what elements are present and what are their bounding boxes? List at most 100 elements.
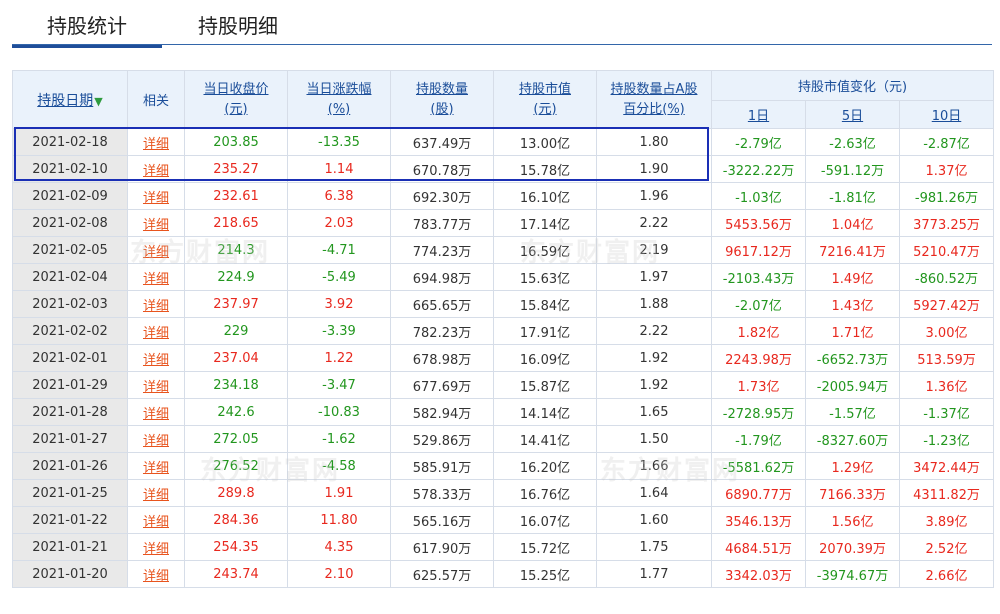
cell-hold-pct: 2.22 xyxy=(596,317,712,345)
cell-hold-qty: 625.57万 xyxy=(390,560,494,588)
cell-change-pct: -3.47 xyxy=(287,371,391,399)
detail-link[interactable]: 详细 xyxy=(127,398,185,426)
detail-link-label[interactable]: 详细 xyxy=(143,407,169,422)
detail-link-label[interactable]: 详细 xyxy=(143,353,169,368)
detail-link[interactable]: 详细 xyxy=(127,128,185,156)
cell-change-5d: -6652.73万 xyxy=(805,344,900,372)
detail-link[interactable]: 详细 xyxy=(127,560,185,588)
cell-change-1d: -2103.43万 xyxy=(711,263,806,291)
cell-change-pct: 11.80 xyxy=(287,506,391,534)
detail-link[interactable]: 详细 xyxy=(127,479,185,507)
cell-hold-qty: 582.94万 xyxy=(390,398,494,426)
detail-link[interactable]: 详细 xyxy=(127,155,185,183)
cell-hold-value: 16.76亿 xyxy=(493,479,597,507)
header-date-label[interactable]: 持股日期 xyxy=(37,93,93,109)
cell-hold-qty: 783.77万 xyxy=(390,209,494,237)
cell-hold-qty: 585.91万 xyxy=(390,452,494,480)
detail-link-label[interactable]: 详细 xyxy=(143,542,169,557)
cell-date: 2021-02-09 xyxy=(12,182,128,210)
cell-change-pct: -1.62 xyxy=(287,425,391,453)
detail-link[interactable]: 详细 xyxy=(127,506,185,534)
cell-hold-qty: 578.33万 xyxy=(390,479,494,507)
cell-hold-value: 15.78亿 xyxy=(493,155,597,183)
tab-holding-details[interactable]: 持股明细 xyxy=(178,10,298,46)
cell-change-10d: 513.59万 xyxy=(898,344,995,372)
cell-change-1d: 1.73亿 xyxy=(711,371,806,399)
cell-hold-value: 16.10亿 xyxy=(493,182,597,210)
detail-link[interactable]: 详细 xyxy=(127,290,185,318)
detail-link-label[interactable]: 详细 xyxy=(143,164,169,179)
detail-link[interactable]: 详细 xyxy=(127,452,185,480)
cell-change-pct: -4.58 xyxy=(287,452,391,480)
cell-date: 2021-02-03 xyxy=(12,290,128,318)
cell-hold-value: 15.87亿 xyxy=(493,371,597,399)
detail-link[interactable]: 详细 xyxy=(127,209,185,237)
detail-link[interactable]: 详细 xyxy=(127,425,185,453)
detail-link-label[interactable]: 详细 xyxy=(143,245,169,260)
cell-change-5d: -1.81亿 xyxy=(805,182,900,210)
detail-link-label[interactable]: 详细 xyxy=(143,272,169,287)
detail-link-label[interactable]: 详细 xyxy=(143,434,169,449)
cell-change-10d: 3472.44万 xyxy=(898,452,995,480)
detail-link-label[interactable]: 详细 xyxy=(143,191,169,206)
cell-change-10d: -2.87亿 xyxy=(898,128,995,156)
header-close-price[interactable]: 当日收盘价 (元) xyxy=(184,70,288,129)
detail-link[interactable]: 详细 xyxy=(127,533,185,561)
cell-hold-pct: 1.80 xyxy=(596,128,712,156)
header-hold-value[interactable]: 持股市值 (元) xyxy=(493,70,597,129)
cell-change-5d: 2070.39万 xyxy=(805,533,900,561)
cell-hold-value: 16.07亿 xyxy=(493,506,597,534)
cell-change-5d: 1.29亿 xyxy=(805,452,900,480)
cell-change-10d: 2.52亿 xyxy=(898,533,995,561)
table-row: 2021-01-29 详细 234.18 -3.47 677.69万 15.87亿 1.92… xyxy=(12,371,995,399)
detail-link-label[interactable]: 详细 xyxy=(143,326,169,341)
detail-link-label[interactable]: 详细 xyxy=(143,137,169,152)
cell-change-pct: -5.49 xyxy=(287,263,391,291)
detail-link[interactable]: 详细 xyxy=(127,317,185,345)
cell-change-1d: 5453.56万 xyxy=(711,209,806,237)
detail-link[interactable]: 详细 xyxy=(127,263,185,291)
cell-close-price: 214.3 xyxy=(184,236,288,264)
header-hold-pct[interactable]: 持股数量占A股 百分比(%) xyxy=(596,70,712,129)
header-period-5d[interactable]: 5日 xyxy=(805,100,900,129)
detail-link-label[interactable]: 详细 xyxy=(143,299,169,314)
cell-change-pct: 1.14 xyxy=(287,155,391,183)
header-change-pct[interactable]: 当日涨跌幅 (%) xyxy=(287,70,391,129)
cell-hold-value: 15.84亿 xyxy=(493,290,597,318)
cell-change-pct: 2.03 xyxy=(287,209,391,237)
cell-date: 2021-02-08 xyxy=(12,209,128,237)
cell-hold-value: 17.91亿 xyxy=(493,317,597,345)
tab-holding-stats[interactable]: 持股统计 xyxy=(12,10,162,48)
header-hold-qty[interactable]: 持股数量 (股) xyxy=(390,70,494,129)
detail-link[interactable]: 详细 xyxy=(127,371,185,399)
cell-change-10d: 4311.82万 xyxy=(898,479,995,507)
cell-change-5d: -591.12万 xyxy=(805,155,900,183)
cell-hold-value: 14.41亿 xyxy=(493,425,597,453)
detail-link[interactable]: 详细 xyxy=(127,236,185,264)
cell-hold-pct: 1.92 xyxy=(596,344,712,372)
cell-change-10d: 2.66亿 xyxy=(898,560,995,588)
cell-hold-pct: 1.50 xyxy=(596,425,712,453)
sort-down-icon[interactable]: ▼ xyxy=(94,95,102,108)
cell-hold-pct: 1.66 xyxy=(596,452,712,480)
detail-link-label[interactable]: 详细 xyxy=(143,569,169,584)
cell-change-5d: 1.49亿 xyxy=(805,263,900,291)
header-period-10d[interactable]: 10日 xyxy=(898,100,995,129)
cell-change-10d: 1.36亿 xyxy=(898,371,995,399)
detail-link-label[interactable]: 详细 xyxy=(143,488,169,503)
cell-change-1d: -3222.22万 xyxy=(711,155,806,183)
cell-change-pct: 4.35 xyxy=(287,533,391,561)
detail-link-label[interactable]: 详细 xyxy=(143,380,169,395)
table-row: 2021-02-05 详细 214.3 -4.71 774.23万 16.59亿 2.19 9… xyxy=(12,236,995,264)
header-date[interactable]: 持股日期▼ xyxy=(12,70,128,129)
detail-link[interactable]: 详细 xyxy=(127,344,185,372)
detail-link[interactable]: 详细 xyxy=(127,182,185,210)
table-row: 2021-01-21 详细 254.35 4.35 617.90万 15.72亿 1.75 4… xyxy=(12,533,995,561)
cell-change-1d: 2243.98万 xyxy=(711,344,806,372)
detail-link-label[interactable]: 详细 xyxy=(143,515,169,530)
detail-link-label[interactable]: 详细 xyxy=(143,461,169,476)
detail-link-label[interactable]: 详细 xyxy=(143,218,169,233)
cell-hold-pct: 1.64 xyxy=(596,479,712,507)
cell-change-pct: -3.39 xyxy=(287,317,391,345)
header-period-1d[interactable]: 1日 xyxy=(711,100,806,129)
